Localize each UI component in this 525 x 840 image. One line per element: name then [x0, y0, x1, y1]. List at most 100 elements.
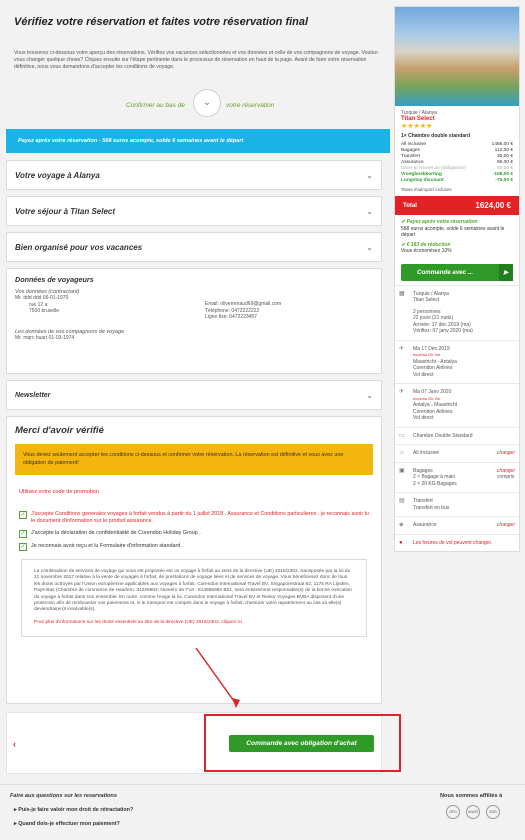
side-room: 1× Chambre double standard	[401, 133, 471, 139]
flight-line: Vol direct	[413, 371, 434, 378]
discount-text: Vous économisez 10%	[401, 248, 452, 254]
trip-line: Vérifiez: 07 janv 2020 (ma)	[413, 328, 473, 334]
flight-line: Corendon Airlines	[413, 365, 453, 371]
accordion-sejour[interactable]: Votre séjour à Titan Select ⌄	[6, 196, 382, 226]
flight-date: Ma 07 Janv 2020	[413, 389, 452, 395]
checkbox-standard-form[interactable]: ✓	[19, 543, 27, 551]
promo-link[interactable]: Utilisez votre code de promotion	[19, 489, 369, 495]
flight-line: Antalya - Maastricht	[413, 402, 458, 408]
baggage-line: 2 × Bagage à main	[413, 474, 456, 480]
play-arrow-icon: ▶	[499, 263, 513, 281]
faq-question[interactable]: ▸ Quand dois-je effectuer mon paiement?	[14, 821, 120, 827]
accordion-organise[interactable]: Bien organisé pour vos vacances ⌄	[6, 232, 382, 262]
room-row: ▭ Chambre Double Standard	[395, 426, 519, 445]
discount-label: € 183 de réduction	[406, 241, 451, 248]
chevron-down-icon: ⌄	[366, 242, 373, 252]
trip-section: ▦ Turquie / Alanya Titan Select 2 personnes…	[395, 284, 519, 340]
baggage-line: 2 × 20 KG Bagages	[413, 480, 457, 487]
allinc-label: All inclusive	[413, 450, 440, 456]
return-flight: ✈ Ma 07 Janv 2020 Inconnu Dir Vol Antalya -…	[395, 383, 519, 427]
flight-time-warning: ● Les heures de vol peuvent changer.	[395, 533, 519, 552]
anvr-logo: ANVR	[466, 805, 480, 819]
merci-title: Merci d'avoir vérifié	[15, 425, 104, 436]
conditions-text[interactable]: J'accepte Conditions generales voyages à…	[31, 511, 369, 525]
price-line: Longstay discount -75,00 €	[401, 178, 513, 184]
room-label: Chambre Double Standard	[413, 432, 473, 439]
bed-icon: ▭	[399, 432, 405, 439]
confirm-section: Confirmer au bas de ⌄ votre réservation	[6, 81, 390, 129]
change-link[interactable]: changer	[497, 522, 515, 529]
price-line-value: -75,00 €	[495, 178, 513, 183]
total-bar: Total 1624,00 €	[395, 196, 519, 215]
accordion-label: Bien organisé pour vos vacances	[15, 242, 143, 252]
plane-icon: ✈	[399, 345, 405, 352]
warning-text: Les heures de vol peuvent changer.	[413, 539, 493, 546]
total-value: 1624,00 €	[475, 201, 511, 210]
confirm-right-label: votre réservation	[226, 102, 275, 109]
checkbox-conditions[interactable]: ✓	[19, 511, 27, 519]
contractor-email: Email: oliverrenaud69@gmail.com	[205, 301, 282, 307]
travelers-title: Données de voyageurs	[15, 275, 94, 284]
faq-title: Faire aux questions sur les reservations	[10, 793, 117, 799]
flight-line: Vol direct	[413, 415, 434, 421]
chevron-down-icon: ⌄	[366, 390, 373, 400]
chevron-down-icon: ⌄	[366, 170, 373, 180]
change-link[interactable]: changer	[497, 468, 515, 474]
insurance-row: ◈ Assurance changer	[395, 516, 519, 534]
travelers-box: Données de voyageurs Vos données (contra…	[6, 268, 382, 374]
warning-banner: Vous devez seulement accepter les condit…	[15, 444, 373, 475]
accordion-newsletter[interactable]: Newsletter ⌄	[6, 380, 382, 410]
faq-question-text: Quand dois-je effectuer mon paiement?	[18, 821, 120, 827]
booking-summary-sidebar: Turquie / Alanya Titan Select ★★★★★ 1× C…	[394, 6, 520, 552]
faq-question-text: Puis-je faire valoir mon droit de rétrac…	[18, 807, 134, 813]
gfg-logo: GFG	[446, 805, 460, 819]
contractor-fixed: Ligne fixe: 0472223457	[205, 314, 257, 320]
legal-notice: La combinaison de services de voyage qui…	[21, 559, 367, 637]
contractor-city: 7500 bruxelle	[29, 308, 60, 314]
checkbox-privacy[interactable]: ✓	[19, 530, 27, 538]
suitcase-icon: ▣	[399, 467, 405, 474]
accordion-voyage[interactable]: Votre voyage à Alanya ⌄	[6, 160, 382, 190]
merci-section: Merci d'avoir vérifié Vous devez seuleme…	[6, 416, 382, 704]
standard-form-text[interactable]: Je reconnais avoir reçu et lu Formulaire…	[31, 543, 183, 550]
side-order-button[interactable]: Commande avec ... ▶	[401, 263, 513, 281]
legal-text: La combinaison de services de voyage qui…	[34, 569, 352, 613]
star-rating: ★★★★★	[401, 123, 433, 130]
building-icon: ▦	[399, 290, 405, 297]
pay-title: Payez après votre réservation	[406, 219, 478, 225]
allinclusive-row: ♨ All inclusive changer	[395, 444, 519, 462]
payment-info-bar: Payez après votre réservation - 568 euro…	[6, 129, 390, 153]
outbound-flight: ✈ Ma 17 Déc 2019 Inconnu Dir Vol Maastricht…	[395, 339, 519, 384]
hotel-photo	[395, 7, 519, 106]
transfer-row: ▤ Transfert Transfert en bus	[395, 492, 519, 516]
faq-question[interactable]: ▸ Puis-je faire valoir mon droit de rétr…	[14, 807, 133, 813]
confirm-left-label: Confirmer au bas de	[126, 102, 185, 109]
faq-section: Faire aux questions sur les reservations…	[0, 784, 525, 840]
sgr-logo: SGR	[486, 805, 500, 819]
legal-link[interactable]: Pour plus d'informations sur les droits …	[34, 620, 242, 625]
back-arrow-icon[interactable]: ‹	[13, 739, 16, 749]
newsletter-label: Newsletter	[15, 391, 51, 399]
privacy-text[interactable]: J'accepte la déclaration de confidential…	[31, 530, 201, 537]
chevron-down-icon: ⌄	[366, 206, 373, 216]
side-order-label: Commande avec ...	[417, 268, 474, 276]
glass-icon: ♨	[399, 450, 405, 456]
insurance-label: Assurance	[413, 522, 437, 528]
price-line-label: Longstay discount	[401, 178, 444, 183]
taxes-note: Taxes d'aéroport incluses	[401, 187, 452, 192]
included-label: compris	[496, 474, 515, 480]
alert-icon: ●	[399, 539, 403, 546]
companion-name: Mr. mqrc huart 01-03-1974	[15, 334, 75, 341]
accordion-label: Votre séjour à Titan Select	[15, 206, 116, 216]
bus-icon: ▤	[399, 498, 405, 504]
change-link[interactable]: changer	[497, 450, 515, 457]
chevron-down-icon[interactable]: ⌄	[193, 89, 221, 117]
accordion-label: Votre voyage à Alanya	[15, 170, 100, 180]
plane-icon: ✈	[399, 389, 405, 395]
total-label: Total	[403, 202, 417, 209]
highlight-box	[204, 714, 401, 772]
affiliates-title: Nous sommes affiliés à	[440, 793, 503, 799]
page-title: Vérifiez votre réservation et faites vot…	[14, 16, 309, 28]
shield-icon: ◈	[399, 522, 404, 528]
transfer-text: Transfert en bus	[413, 504, 450, 511]
